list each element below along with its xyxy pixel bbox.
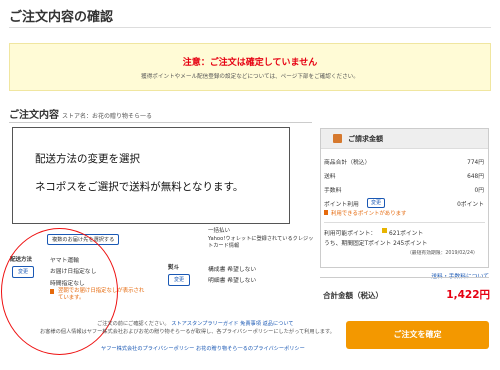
billing-row-value: 774円 bbox=[467, 160, 484, 166]
wrapping-line-1: 構成書 希望しない bbox=[208, 267, 257, 273]
footer-line-2: お客様の個人情報はヤフー株式会社およびお花の贈り物そら一るが取得し、各プライバシ… bbox=[40, 329, 335, 335]
total-value: 1,422円 bbox=[446, 289, 490, 301]
billing-header: ご請求金額 bbox=[321, 129, 488, 149]
order-section-title: ご注文内容 ストア名：お花の贈り物そら一る bbox=[9, 106, 152, 121]
points-note: 利用できるポイントがあります bbox=[331, 211, 407, 217]
notice-subtitle: 獲得ポイントやメール配信登録の設定などについては、ページ下部をご確認ください。 bbox=[141, 74, 359, 80]
billing-icon bbox=[333, 134, 342, 143]
info-icon bbox=[324, 210, 328, 215]
page-title: ご注文内容の確認 bbox=[9, 10, 114, 25]
callout-line-2: ネコポスをご選択で送料が無料となります。 bbox=[35, 181, 244, 193]
footer-line-1: ご注文の前にご確認ください。 ストアスタンプラリーガイド 免責事項 返品について bbox=[97, 320, 294, 327]
total-label: 合計金額（税込） bbox=[323, 291, 383, 300]
instruction-callout: 配送方法の変更を選択 ネコポスをご選択で送料が無料となります。 bbox=[12, 127, 290, 224]
limited-points-text: うち、期間固定Tポイント 245ポイント bbox=[324, 241, 428, 247]
billing-title: ご請求金額 bbox=[348, 135, 383, 143]
billing-row-value: 0円 bbox=[474, 188, 485, 194]
order-title: ご注文内容 bbox=[9, 110, 59, 121]
notice-title: 注意：ご注文は確定していません bbox=[182, 58, 318, 68]
payment-method-label: 一括払い bbox=[208, 228, 231, 234]
points-value: 0ポイント bbox=[457, 202, 484, 208]
total-divider bbox=[320, 277, 489, 278]
notice-banner: 注意：ご注文は確定していません 獲得ポイントやメール配信登録の設定などについては… bbox=[9, 43, 491, 91]
header-divider bbox=[9, 27, 491, 28]
footer-link-disclaimer[interactable]: 免責事項 bbox=[240, 321, 261, 327]
wrapping-change-button[interactable]: 変更 bbox=[168, 274, 191, 286]
section-divider bbox=[9, 122, 312, 123]
confirm-order-button[interactable]: ご注文を確定 bbox=[346, 321, 489, 349]
points-label: ポイント利用 bbox=[324, 202, 359, 208]
footer-prefix: ご注文の前にご確認ください。 bbox=[97, 321, 170, 327]
available-points-label: 利用可能ポイント： bbox=[324, 231, 377, 237]
shipping-fee-link[interactable]: 送料・手数料について bbox=[431, 271, 489, 280]
available-points-value: 621ポイント bbox=[389, 231, 424, 237]
wrapping-line-2: 明細書 希望しない bbox=[208, 278, 257, 284]
billing-row-label: 送料 bbox=[324, 174, 336, 180]
footer-link-returns[interactable]: 返品について bbox=[263, 321, 294, 327]
footer-store-privacy-link[interactable]: お花の贈り物そら一るのプライバシーポリシー bbox=[196, 346, 305, 352]
billing-row-label: 手数料 bbox=[324, 188, 342, 194]
billing-row-value: 648円 bbox=[467, 174, 484, 180]
billing-panel: ご請求金額 商品合計（税込） 774円 送料 648円 手数料 0円 ポイント利… bbox=[320, 128, 489, 268]
t-point-icon bbox=[382, 228, 387, 233]
footer-link-stamp-rally[interactable]: ストアスタンプラリーガイド bbox=[171, 321, 238, 327]
payment-wallet-text: Yahoo!ウォレットに登録されているクレジットカード情報 bbox=[208, 236, 314, 249]
highlight-circle bbox=[1, 228, 118, 355]
wrapping-label: 熨斗 bbox=[168, 265, 180, 271]
limited-points-expiry: （最短有効期限：2019/02/24） bbox=[407, 251, 478, 256]
callout-line-1: 配送方法の変更を選択 bbox=[35, 153, 140, 165]
store-name: ストア名：お花の贈り物そら一る bbox=[62, 113, 153, 120]
billing-row-label: 商品合計（税込） bbox=[324, 160, 371, 166]
points-change-button[interactable]: 変更 bbox=[367, 198, 386, 208]
footer-yahoo-privacy-link[interactable]: ヤフー株式会社のプライバシーポリシー bbox=[101, 346, 194, 352]
footer-line-3: ヤフー株式会社のプライバシーポリシー お花の贈り物そら一るのプライバシーポリシー bbox=[101, 345, 305, 352]
